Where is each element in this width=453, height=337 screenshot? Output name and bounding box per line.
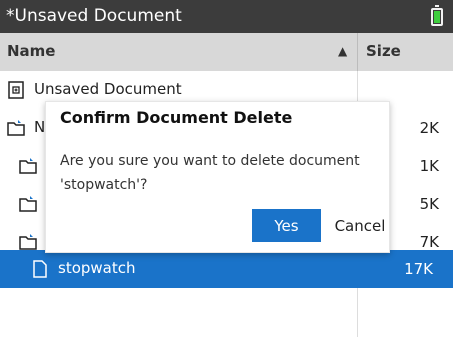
- battery-full-icon: [431, 5, 443, 26]
- folder-icon: [19, 196, 37, 212]
- column-header: Name ▲ Size: [0, 33, 453, 71]
- file-icon: [33, 260, 47, 278]
- size-column-header[interactable]: Size: [366, 42, 401, 60]
- list-item-size: 17K: [404, 260, 433, 278]
- column-separator: [357, 33, 358, 71]
- list-item-label: Unsaved Document: [34, 80, 182, 98]
- name-column-header[interactable]: Name: [7, 42, 55, 60]
- list-item-size: 5K: [419, 195, 439, 213]
- folder-icon: [19, 158, 37, 174]
- sort-ascending-icon: ▲: [338, 44, 348, 58]
- list-item-selected[interactable]: stopwatch 17K: [0, 250, 453, 288]
- list-item-size: 7K: [419, 233, 439, 251]
- list-item-size: 1K: [419, 157, 439, 175]
- confirm-delete-dialog: Confirm Document Delete Are you sure you…: [45, 101, 390, 253]
- list-item-size: 2K: [419, 119, 439, 137]
- folder-icon: [7, 120, 25, 136]
- title-bar: *Unsaved Document: [0, 0, 453, 33]
- dialog-message: Are you sure you want to delete document…: [60, 153, 360, 193]
- list-item-label: N: [34, 118, 46, 136]
- cancel-button[interactable]: Cancel: [331, 209, 389, 242]
- document-icon: [8, 81, 24, 99]
- list-item-label: stopwatch: [58, 259, 136, 277]
- yes-button[interactable]: Yes: [252, 209, 321, 242]
- dialog-title: Confirm Document Delete: [60, 108, 293, 127]
- folder-icon: [19, 234, 37, 250]
- window-title: *Unsaved Document: [6, 6, 182, 26]
